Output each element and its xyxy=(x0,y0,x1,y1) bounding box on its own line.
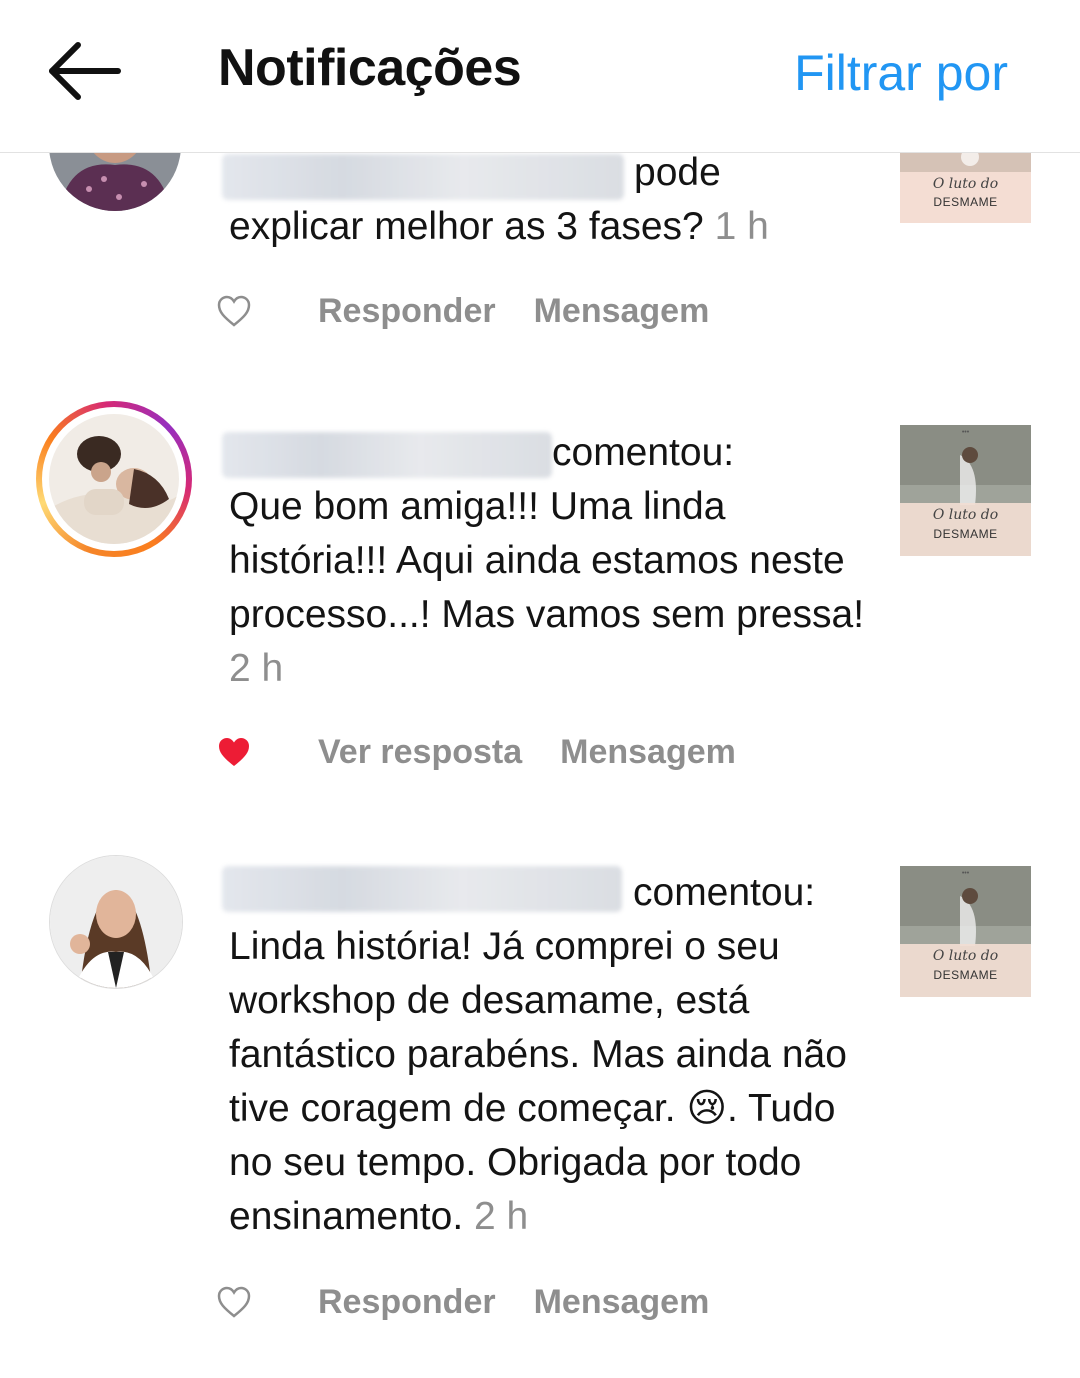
thumbnail-title: O luto do xyxy=(932,176,999,192)
notification-actions: Responder Mensagem xyxy=(216,1277,709,1327)
post-thumbnail[interactable]: ••• O luto do DESMAME xyxy=(900,866,1031,997)
notifications-list[interactable]: pode explicar melhor as 3 fases? 1 h Res… xyxy=(0,152,1080,1378)
story-ring-avatar[interactable] xyxy=(36,401,192,557)
avatar[interactable] xyxy=(49,152,181,211)
thumbnail-subtitle: DESMAME xyxy=(933,195,998,209)
timestamp: 2 h xyxy=(474,1195,529,1238)
comment-text: explicar melhor as 3 fases? xyxy=(229,205,704,248)
notification-text: pode explicar melhor as 3 fases? 1 h xyxy=(229,152,869,254)
heart-filled-icon[interactable] xyxy=(216,735,252,769)
thumbnail-title: O luto do xyxy=(932,507,999,523)
timestamp: 2 h xyxy=(229,647,284,690)
post-thumbnail[interactable]: O luto do DESMAME xyxy=(900,152,1031,223)
view-reply-button[interactable]: Ver resposta xyxy=(318,733,522,772)
timestamp: 1 h xyxy=(714,205,769,248)
thumbnail-subtitle: DESMAME xyxy=(933,968,998,982)
comment-text: Linda história! Já comprei o seu worksho… xyxy=(229,925,847,1238)
back-button[interactable] xyxy=(40,36,130,106)
post-thumbnail[interactable]: ••• O luto do DESMAME xyxy=(900,425,1031,556)
notification-text: comentou: Linda história! Já comprei o s… xyxy=(229,866,869,1244)
comment-text: Que bom amiga!!! Uma linda história!!! A… xyxy=(229,485,865,636)
avatar[interactable] xyxy=(49,855,183,989)
message-button[interactable]: Mensagem xyxy=(534,1283,710,1322)
filter-button[interactable]: Filtrar por xyxy=(794,44,1008,102)
heart-outline-icon[interactable] xyxy=(216,294,252,328)
thumbnail-title: O luto do xyxy=(932,948,999,964)
top-bar: Notificações Filtrar por xyxy=(0,0,1080,153)
notification-actions: Responder Mensagem xyxy=(216,286,709,336)
message-button[interactable]: Mensagem xyxy=(560,733,736,772)
reply-button[interactable]: Responder xyxy=(318,292,496,331)
arrow-left-icon xyxy=(49,42,121,100)
notification-actions: Ver resposta Mensagem xyxy=(216,727,736,777)
thumbnail-watermark-icon: ••• xyxy=(961,429,970,436)
notification-text: comentou: Que bom amiga!!! Uma linda his… xyxy=(229,426,869,696)
reply-button[interactable]: Responder xyxy=(318,1283,496,1322)
notification-suffix: comentou: xyxy=(552,431,735,474)
avatar xyxy=(49,414,179,544)
notification-suffix: pode xyxy=(634,152,721,194)
thumbnail-subtitle: DESMAME xyxy=(933,527,998,541)
heart-outline-icon[interactable] xyxy=(216,1285,252,1319)
thumbnail-watermark-icon: ••• xyxy=(961,870,970,877)
notification-suffix: comentou: xyxy=(633,871,816,914)
message-button[interactable]: Mensagem xyxy=(534,292,710,331)
page-title: Notificações xyxy=(218,39,522,97)
